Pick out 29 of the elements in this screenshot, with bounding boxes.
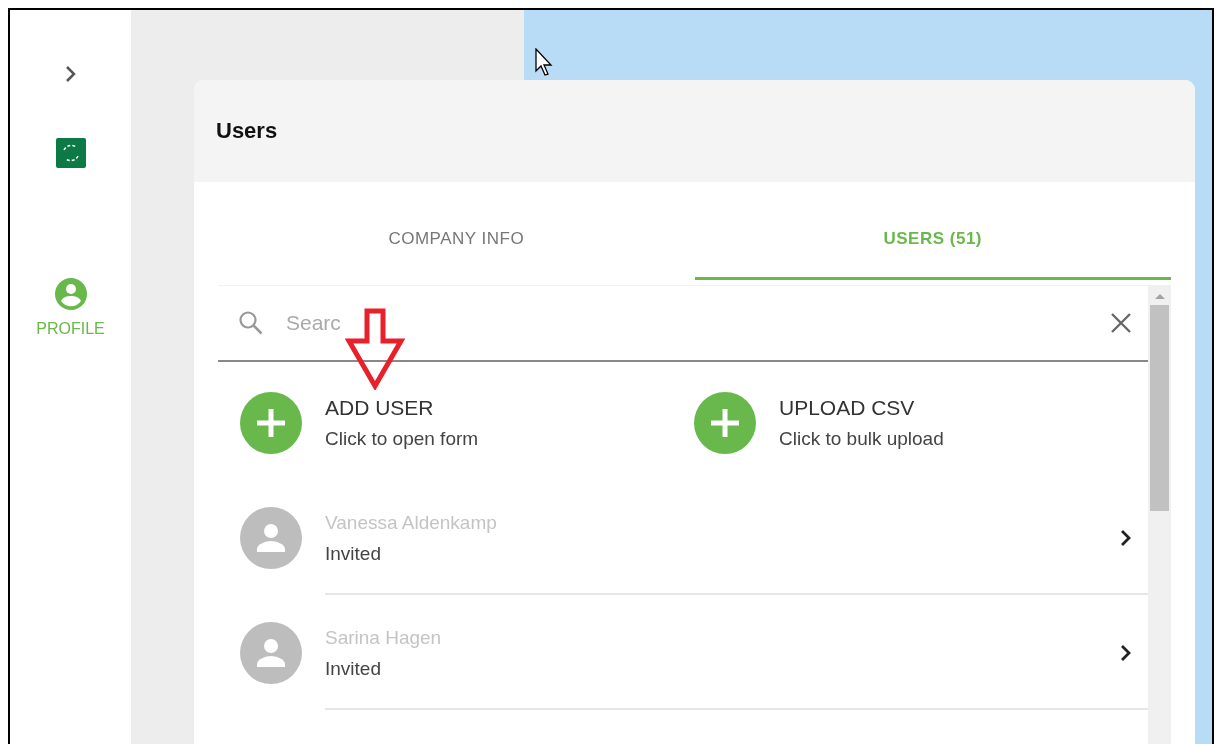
chevron-right-icon — [1120, 643, 1132, 662]
user-row[interactable]: Sarina Hagen Invited — [218, 595, 1148, 710]
action-title: UPLOAD CSV — [779, 396, 916, 420]
person-icon — [255, 637, 287, 668]
scrollbar[interactable] — [1148, 285, 1171, 744]
mouse-cursor-icon — [535, 48, 553, 76]
search-icon — [238, 310, 264, 336]
down-arrow-icon — [345, 308, 405, 390]
search-field[interactable]: Searc — [286, 311, 1088, 335]
user-status: Invited — [325, 657, 382, 680]
tab[interactable]: COMPANY INFO — [218, 182, 695, 280]
user-name: Sarina Hagen — [325, 625, 443, 650]
close-icon[interactable] — [1110, 312, 1132, 334]
person-icon — [255, 522, 287, 553]
logo-icon — [55, 138, 86, 168]
user-status: Invited — [325, 542, 382, 565]
user-name: Vanessa Aldenkamp — [325, 510, 498, 535]
plus-icon — [254, 406, 288, 440]
user-row[interactable]: Vanessa Aldenkamp Invited — [218, 480, 1148, 595]
action-title: ADD USER — [325, 396, 435, 420]
plus-icon — [708, 406, 742, 440]
action-subtitle: Click to open form — [325, 428, 479, 450]
profile-icon — [54, 278, 87, 310]
expand-chevron-icon[interactable] — [63, 64, 78, 84]
panel-title: Users — [216, 118, 278, 144]
action-item[interactable]: UPLOAD CSV Click to bulk upload — [694, 392, 944, 454]
chevron-right-icon — [1120, 528, 1132, 547]
action-item[interactable]: ADD USER Click to open form — [240, 392, 479, 454]
action-subtitle: Click to bulk upload — [779, 428, 944, 450]
